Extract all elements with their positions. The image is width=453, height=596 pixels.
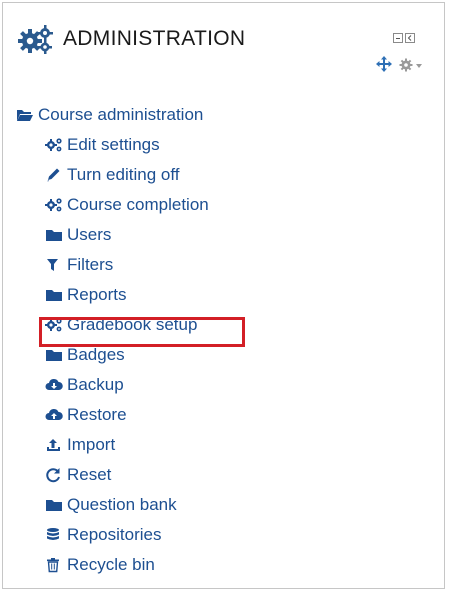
course-completion-link[interactable]: Course completion [45, 190, 209, 220]
course-administration-node[interactable]: Course administration [16, 100, 203, 130]
gradebook-setup-highlight [39, 317, 245, 347]
folder-open-icon [17, 110, 33, 121]
refresh-icon [46, 468, 60, 483]
gears-icon [45, 198, 62, 212]
dock-block-icon[interactable] [405, 33, 415, 43]
hide-block-icon[interactable] [393, 33, 403, 43]
database-icon [47, 528, 59, 540]
reports-node[interactable]: Reports [45, 280, 127, 310]
restore-link[interactable]: Restore [45, 400, 127, 430]
administration-block: ADMINISTRATION Course administration Edi… [2, 2, 445, 589]
course-administration-label: Course administration [38, 105, 204, 124]
gears-icon [45, 138, 62, 152]
repositories-link[interactable]: Repositories [45, 520, 162, 550]
question-bank-label: Question bank [67, 495, 177, 514]
folder-icon [46, 290, 62, 301]
block-title: ADMINISTRATION [63, 27, 246, 50]
cloud-download-icon [45, 378, 63, 390]
edit-settings-link[interactable]: Edit settings [45, 130, 160, 160]
cloud-upload-icon [45, 408, 63, 420]
backup-label: Backup [67, 375, 124, 394]
course-completion-label: Course completion [67, 195, 209, 214]
filters-label: Filters [67, 255, 114, 274]
folder-icon [46, 230, 62, 241]
badges-label: Badges [67, 345, 125, 364]
users-node[interactable]: Users [45, 220, 111, 250]
reports-label: Reports [67, 285, 127, 304]
folder-icon [46, 500, 62, 511]
folder-icon [46, 350, 62, 361]
block-header: ADMINISTRATION [3, 3, 444, 83]
question-bank-node[interactable]: Question bank [45, 490, 177, 520]
upload-icon [47, 439, 60, 451]
repositories-label: Repositories [67, 525, 162, 544]
gears-icon [18, 25, 53, 54]
reset-link[interactable]: Reset [45, 460, 111, 490]
reset-label: Reset [67, 465, 112, 484]
turn-editing-off-link[interactable]: Turn editing off [45, 160, 179, 190]
filter-icon [47, 259, 58, 271]
users-label: Users [67, 225, 112, 244]
pencil-icon [47, 168, 60, 182]
restore-label: Restore [67, 405, 127, 424]
recycle-bin-label: Recycle bin [67, 555, 155, 574]
filters-link[interactable]: Filters [45, 250, 113, 280]
trash-icon [47, 558, 59, 573]
turn-editing-off-label: Turn editing off [67, 165, 180, 184]
edit-settings-label: Edit settings [67, 135, 160, 154]
move-icon[interactable] [376, 56, 392, 72]
gear-menu-icon[interactable] [399, 58, 423, 72]
import-link[interactable]: Import [45, 430, 115, 460]
import-label: Import [67, 435, 116, 454]
recycle-bin-link[interactable]: Recycle bin [45, 550, 155, 580]
backup-link[interactable]: Backup [45, 370, 124, 400]
